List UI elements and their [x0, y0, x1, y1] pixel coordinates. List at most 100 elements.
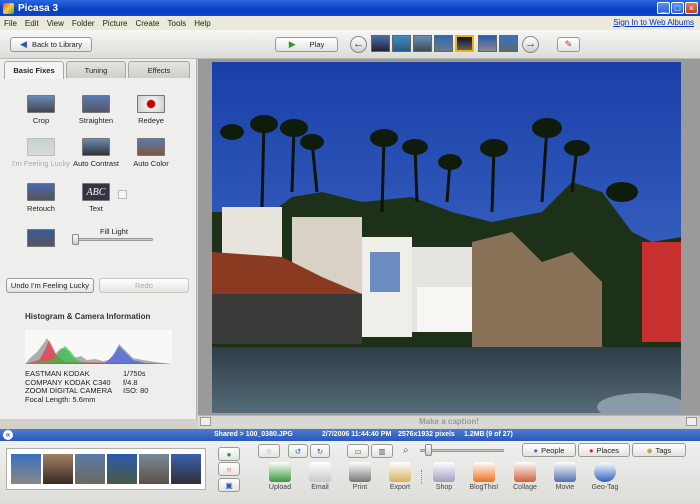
- menu-edit[interactable]: Edit: [25, 19, 39, 28]
- collapse-tray-icon[interactable]: «: [3, 430, 13, 440]
- feeling-lucky-tool[interactable]: I'm Feeling Lucky: [8, 138, 74, 168]
- hold-tray-button[interactable]: ●: [218, 447, 240, 461]
- filmstrip-thumb[interactable]: [413, 35, 432, 52]
- sign-in-link[interactable]: Sign In to Web Albums: [613, 18, 694, 27]
- email-icon: [309, 462, 331, 482]
- filmstrip-thumb[interactable]: [392, 35, 411, 52]
- pin-icon: ●: [226, 449, 232, 459]
- caption-bar[interactable]: Make a caption!: [198, 415, 700, 428]
- menu-folder[interactable]: Folder: [72, 19, 95, 28]
- crop-tool[interactable]: Crop: [16, 95, 66, 125]
- straighten-tool[interactable]: Straighten: [71, 95, 121, 125]
- exposure-info: 1/750s f/4.8 ISO: 80: [123, 369, 148, 396]
- zoom-slider-handle[interactable]: [425, 444, 432, 456]
- zoom-icon: ⌕: [403, 445, 409, 456]
- blogthis-action[interactable]: BlogThis!: [467, 462, 501, 491]
- disabled-checkbox[interactable]: [118, 190, 127, 199]
- crop-icon: [27, 95, 55, 113]
- camera-info: EASTMAN KODAK COMPANY KODAK C340 ZOOM DI…: [25, 369, 112, 404]
- file-datetime: 2/7/2006 11:44:40 PM: [322, 431, 392, 438]
- fill-light-slider[interactable]: [72, 238, 153, 241]
- filmstrip-thumb[interactable]: [478, 35, 497, 52]
- redeye-tool[interactable]: Redeye: [126, 95, 176, 125]
- file-size: 1.2MB: [464, 431, 485, 438]
- caption-toggle-icon[interactable]: [200, 417, 211, 426]
- menu-help[interactable]: Help: [194, 19, 210, 28]
- play-button[interactable]: ▶ Play: [275, 37, 338, 52]
- undo-button[interactable]: Undo I'm Feeling Lucky: [6, 278, 94, 293]
- close-button[interactable]: ×: [685, 2, 698, 14]
- print-icon: [349, 462, 371, 482]
- menu-view[interactable]: View: [47, 19, 64, 28]
- filmstrip-thumb-selected[interactable]: [455, 35, 474, 52]
- previous-photo-button[interactable]: ←: [350, 36, 367, 53]
- zoom-slider[interactable]: [420, 449, 504, 452]
- auto-contrast-tool[interactable]: Auto Contrast: [71, 138, 121, 168]
- tray-thumb[interactable]: [139, 454, 169, 484]
- tray-thumb[interactable]: [43, 454, 73, 484]
- add-to-album-button[interactable]: ▣: [218, 478, 240, 492]
- feeling-lucky-icon: [27, 138, 55, 156]
- geotag-icon: [594, 462, 616, 482]
- shop-action[interactable]: Shop: [427, 462, 461, 491]
- movie-action[interactable]: Movie: [548, 462, 582, 491]
- people-tab[interactable]: ● People: [522, 443, 576, 457]
- places-icon: ●: [588, 445, 594, 455]
- maximize-button[interactable]: □: [671, 2, 684, 14]
- collage-action[interactable]: Collage: [508, 462, 542, 491]
- movie-icon: [554, 462, 576, 482]
- filmstrip-thumb[interactable]: [434, 35, 453, 52]
- menu-picture[interactable]: Picture: [103, 19, 128, 28]
- filmstrip-thumb[interactable]: [371, 35, 390, 52]
- people-icon: ●: [533, 445, 539, 455]
- tags-tab[interactable]: ◆ Tags: [632, 443, 686, 457]
- folder-export-icon: [389, 462, 411, 482]
- print-action[interactable]: Print: [343, 462, 377, 491]
- upload-action[interactable]: Upload: [263, 462, 297, 491]
- geotag-action[interactable]: Geo-Tag: [588, 462, 622, 491]
- caption-delete-icon[interactable]: [686, 417, 697, 426]
- action-divider: [421, 470, 423, 484]
- shop-icon: [433, 462, 455, 482]
- rotate-left-button[interactable]: ↺: [288, 444, 308, 458]
- main-photo[interactable]: [212, 62, 681, 413]
- filmstrip-thumb[interactable]: [499, 35, 518, 52]
- star-button[interactable]: ☆: [258, 444, 280, 458]
- tray-thumb[interactable]: [171, 454, 201, 484]
- histogram-graph: [25, 330, 172, 364]
- fill-light-slider-handle[interactable]: [72, 234, 79, 245]
- text-tool[interactable]: ABC Text: [71, 183, 121, 213]
- tray-thumb[interactable]: [11, 454, 41, 484]
- menu-bar: File Edit View Folder Picture Create Too…: [0, 16, 700, 30]
- album-icon: ▣: [225, 480, 233, 490]
- next-photo-button[interactable]: →: [522, 36, 539, 53]
- clear-tray-button[interactable]: ○: [218, 462, 240, 476]
- menu-create[interactable]: Create: [135, 19, 159, 28]
- minimize-button[interactable]: _: [657, 2, 670, 14]
- file-dimensions: 2576x1932 pixels: [398, 431, 455, 438]
- tab-basic-fixes[interactable]: Basic Fixes: [4, 61, 64, 79]
- back-to-library-button[interactable]: ◀ Back to Library: [10, 37, 92, 52]
- view-single-button[interactable]: ▭: [347, 444, 369, 458]
- menu-tools[interactable]: Tools: [168, 19, 187, 28]
- tray-thumb[interactable]: [75, 454, 105, 484]
- file-position: (9 of 27): [486, 431, 513, 438]
- places-tab[interactable]: ● Places: [578, 443, 630, 457]
- tab-effects[interactable]: Effects: [128, 61, 190, 78]
- compare-view-icon: ▥: [378, 446, 386, 456]
- caption-placeholder: Make a caption!: [418, 417, 479, 426]
- rotate-right-button[interactable]: ↻: [310, 444, 330, 458]
- export-action[interactable]: Export: [383, 462, 417, 491]
- clear-icon: ○: [226, 464, 232, 474]
- share-button[interactable]: ✎: [557, 37, 580, 52]
- auto-color-tool[interactable]: Auto Color: [126, 138, 176, 168]
- blogger-icon: [473, 462, 495, 482]
- menu-file[interactable]: File: [4, 19, 17, 28]
- email-action[interactable]: Email: [303, 462, 337, 491]
- tab-tuning[interactable]: Tuning: [66, 61, 126, 78]
- tray-thumb[interactable]: [107, 454, 137, 484]
- play-icon: ▶: [288, 39, 296, 49]
- view-compare-button[interactable]: ▥: [371, 444, 393, 458]
- tags-icon: ◆: [646, 445, 653, 455]
- retouch-tool[interactable]: Retouch: [16, 183, 66, 213]
